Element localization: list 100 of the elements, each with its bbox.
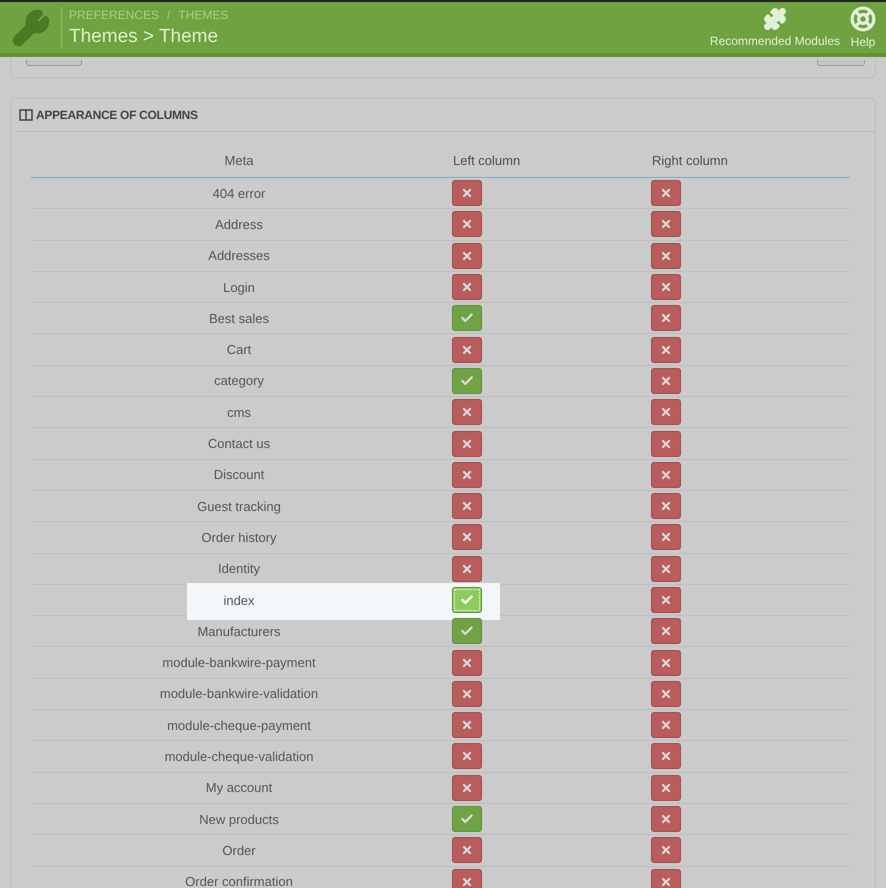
close-icon [660,876,672,888]
cross-toggle[interactable] [651,399,681,426]
meta-cell-text: Best sales [208,310,270,326]
meta-cell-text: module-bankwire-payment [161,655,317,670]
column-header: Meta [224,153,254,168]
cross-toggle[interactable] [452,774,482,801]
close-icon [660,468,672,481]
cross-toggle[interactable] [651,556,681,582]
close-icon [660,312,672,324]
breadcrumb-separator: / [167,8,170,22]
check-toggle[interactable] [452,618,482,644]
cross-toggle[interactable] [452,430,482,457]
wrench-icon [12,8,50,46]
close-icon [461,719,473,732]
column-header: Left column [452,153,522,168]
cross-toggle[interactable] [651,368,681,394]
cross-toggle[interactable] [651,868,681,888]
help-icon [850,6,876,32]
cross-toggle[interactable] [452,242,482,269]
close-icon [660,656,672,669]
cross-toggle[interactable] [651,774,681,801]
meta-cell-text: Addresses [207,248,271,264]
meta-cell-text: index [222,592,256,608]
puzzle-icon [762,7,787,31]
close-icon [660,344,672,356]
close-icon [461,562,473,575]
cross-toggle[interactable] [651,493,681,520]
meta-cell-text: module-cheque-payment [166,718,312,733]
cross-toggle[interactable] [651,587,681,613]
cross-toggle[interactable] [651,618,681,644]
cross-toggle[interactable] [452,493,482,520]
cross-toggle[interactable] [651,680,681,707]
meta-cell-text: Identity [217,561,261,576]
help-link[interactable]: Help [850,6,876,49]
close-icon [660,782,672,794]
cross-toggle[interactable] [651,305,681,332]
meta-cell-text: module-bankwire-validation [158,686,320,702]
close-icon [461,187,473,200]
cross-toggle[interactable] [452,868,482,888]
cross-toggle[interactable] [651,430,681,457]
cross-toggle[interactable] [651,211,681,238]
cross-toggle[interactable] [452,462,482,488]
close-icon [660,688,672,700]
cross-toggle[interactable] [452,211,482,238]
close-icon [461,500,473,512]
close-icon [461,468,473,481]
cross-toggle[interactable] [452,712,482,738]
cross-toggle[interactable] [651,524,681,550]
check-icon [460,593,474,607]
meta-cell-text: module-cheque-validation [164,748,314,764]
breadcrumb-item[interactable]: PREFERENCES [69,8,160,22]
cross-toggle[interactable] [452,837,482,864]
meta-cell-text: Manufacturers [196,624,282,639]
cross-toggle[interactable] [651,180,681,206]
meta-cell-text: My account [204,780,274,796]
close-icon [461,688,473,700]
cross-toggle[interactable] [651,837,681,864]
close-icon [660,281,672,294]
close-icon [660,218,672,230]
close-icon [461,876,473,888]
cross-toggle[interactable] [651,743,681,770]
cross-toggle[interactable] [651,336,681,363]
cross-toggle[interactable] [651,712,681,738]
meta-cell-text: cms [226,404,252,420]
check-icon [460,374,474,388]
close-icon [461,656,473,669]
cross-toggle[interactable] [651,274,681,300]
check-toggle[interactable] [452,587,482,613]
cross-toggle[interactable] [452,274,482,300]
close-icon [660,594,672,606]
meta-cell-text: Order confirmation [184,874,294,888]
cross-toggle[interactable] [651,806,681,832]
cross-toggle[interactable] [452,556,482,582]
check-toggle[interactable] [452,305,482,332]
cross-toggle[interactable] [651,462,681,488]
check-toggle[interactable] [452,368,482,394]
cross-toggle[interactable] [452,399,482,426]
meta-cell-text: 404 error [212,186,266,201]
meta-cell-text: Contact us [206,436,272,452]
breadcrumb-item[interactable]: THEMES [178,8,228,22]
cross-toggle[interactable] [452,650,482,676]
cross-toggle[interactable] [651,650,681,676]
cross-toggle[interactable] [452,336,482,363]
cross-toggle[interactable] [651,242,681,269]
cross-toggle[interactable] [452,524,482,550]
close-icon [660,374,672,387]
modules-link[interactable]: Recommended Modules [710,7,840,48]
close-icon [461,250,473,262]
close-icon [461,531,473,544]
cross-toggle[interactable] [452,743,482,770]
columns-icon [19,109,33,121]
close-icon [461,844,473,856]
close-icon [461,344,473,356]
close-icon [660,844,672,856]
close-icon [461,406,473,418]
close-icon [660,187,672,200]
cross-toggle[interactable] [452,680,482,707]
meta-cell-text: New products [198,812,280,827]
cross-toggle[interactable] [452,180,482,206]
check-toggle[interactable] [452,806,482,832]
